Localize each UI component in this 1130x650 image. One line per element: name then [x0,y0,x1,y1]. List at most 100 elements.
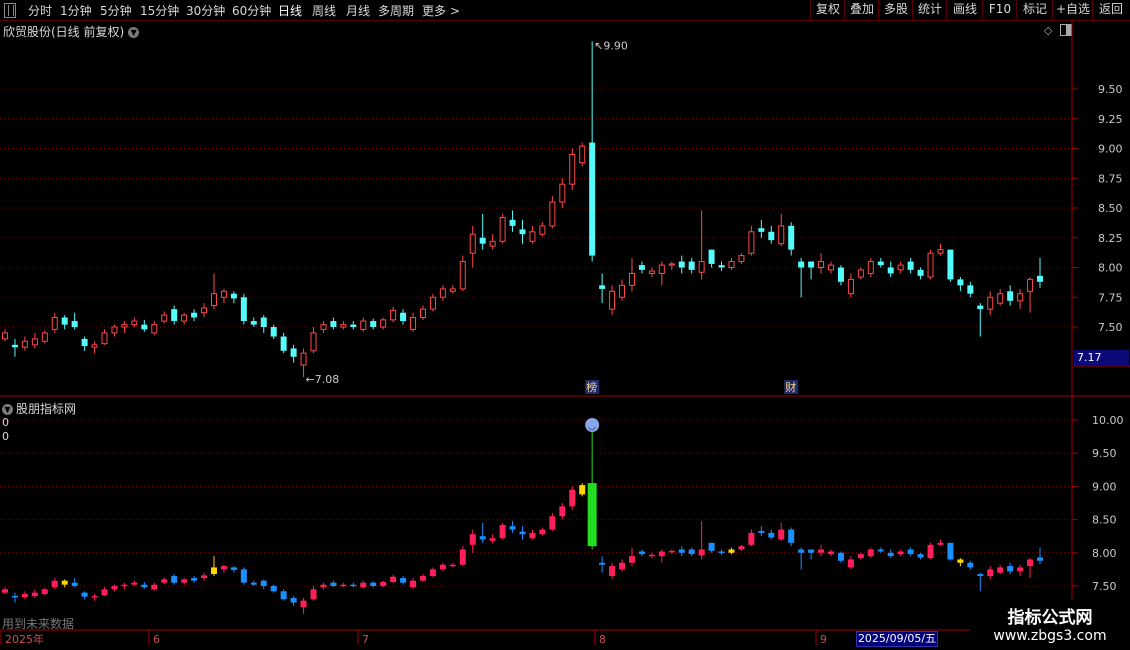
ind-candle-body [1017,567,1024,572]
candle-body [887,267,894,274]
candle-body [320,324,327,330]
ind-candle-body [738,546,745,550]
tab-monthly[interactable]: 月线 [346,2,370,19]
candle-body [728,261,735,268]
ind-candle-body [788,529,795,543]
candle-body [220,290,227,298]
ind-candle-body [250,582,257,585]
draw-line-button[interactable]: 画线 [946,0,983,19]
stats-button[interactable]: 统计 [912,0,947,19]
candle-body [201,307,208,314]
ind-candle-body [380,582,387,586]
candle-body [121,324,128,328]
ind-candle-body [708,542,715,551]
candle-body [599,285,606,289]
ind-candle-body [300,600,307,608]
chevron-down-icon[interactable]: ▼ [128,27,140,38]
candle-body [748,231,755,254]
f10-button[interactable]: F10 [982,0,1017,19]
ind-candle-body [320,584,327,588]
candle-body [589,142,596,256]
candle-body [410,316,417,330]
ind-candle-body [847,559,854,568]
candle-body [658,264,665,274]
ind-candle-body [1007,566,1014,572]
tab-fenshi[interactable]: 分时 [28,2,52,19]
candle-body [957,279,964,286]
ind-candle-body [419,576,426,581]
mark-button[interactable]: 标记 [1016,0,1053,19]
date-cursor-label: 2025/09/05/五 [856,631,938,647]
ind-candle-body [997,567,1004,573]
ind-candle-body [429,569,436,577]
ind-candle-body [569,489,576,507]
ind-candle-body [270,586,277,592]
ind-candle-body [151,584,158,590]
candle-body [768,231,775,241]
fuquan-button[interactable]: 复权 [810,0,845,19]
ind-candle-body [688,549,695,555]
ind-candle-body [658,551,665,557]
event-marker-bang-bg [585,380,600,394]
ind-candle-body [1037,557,1043,561]
back-button[interactable]: 返回 [1092,0,1129,19]
ind-candle-body [479,536,486,540]
candle-body [230,293,237,299]
stock-title-text: 欣贸股份(日线 前复权) [3,25,125,39]
tab-15min[interactable]: 15分钟 [140,2,179,19]
main-y-tick-label: 9.25 [1098,113,1123,126]
watermark-title: 指标公式网 [1007,608,1093,628]
ind-candle-body [609,566,616,577]
candle-body [101,332,108,345]
candle-body [847,278,854,295]
ind-candle-body [459,549,466,565]
sad-face-icon [585,418,600,432]
toolbar-grip-icon[interactable] [4,3,16,18]
ind-candle-body [579,485,586,495]
panel-toggle-icon[interactable] [1060,24,1072,36]
stock-title[interactable]: 欣贸股份(日线 前复权) ▼ [3,23,140,40]
tab-weekly[interactable]: 周线 [312,2,336,19]
multi-stock-button[interactable]: 多股 [878,0,913,19]
candle-body [91,344,98,348]
ind-candle-body [937,542,944,545]
candle-body [210,293,217,307]
indicator-title[interactable]: ▼ 股朋指标网 [2,400,76,417]
tab-multi-period[interactable]: 多周期 [378,2,414,19]
ind-candle-body [728,549,735,553]
overlay-button[interactable]: 叠加 [844,0,879,19]
chevron-down-icon[interactable]: ▼ [2,404,13,415]
candle-body [290,348,297,357]
ind-candle-body [519,531,526,535]
tab-1min[interactable]: 1分钟 [60,2,92,19]
tab-daily[interactable]: 日线 [278,2,302,19]
event-marker-bang: 榜 [586,380,597,394]
kline-chart[interactable]: 9.50 9.25 9.00 8.75 8.50 8.25 8.00 7.75 7.50 10.0… [0,0,1130,650]
diamond-icon[interactable]: ◇ [1044,24,1052,37]
tab-more[interactable]: 更多 > [422,2,460,19]
ind-candle-body [51,580,58,588]
ind-candle-body [917,554,924,558]
ind-candle-body [967,562,974,568]
candle-body [907,261,914,270]
ind-candle-body [549,516,556,530]
candle-body [967,285,974,294]
candle-body [987,296,994,310]
low-price-label: ←7.08 [306,373,340,386]
add-watchlist-button[interactable]: +自选 [1052,0,1093,19]
tab-5min[interactable]: 5分钟 [100,2,132,19]
candle-body [250,321,257,325]
candle-body [61,317,68,325]
ind-candle-body [857,554,864,559]
ind-candle-body [191,578,198,581]
tab-30min[interactable]: 30分钟 [186,2,225,19]
ind-candle-body [390,576,397,583]
candle-body [240,297,247,322]
ind-candle-body [61,580,68,585]
ind-candle-body [818,549,825,553]
candle-body [877,261,884,266]
ind-candle-body [808,549,815,553]
ind-candle-body [439,564,446,570]
ind-candle-body [539,529,546,535]
tab-60min[interactable]: 60分钟 [232,2,271,19]
